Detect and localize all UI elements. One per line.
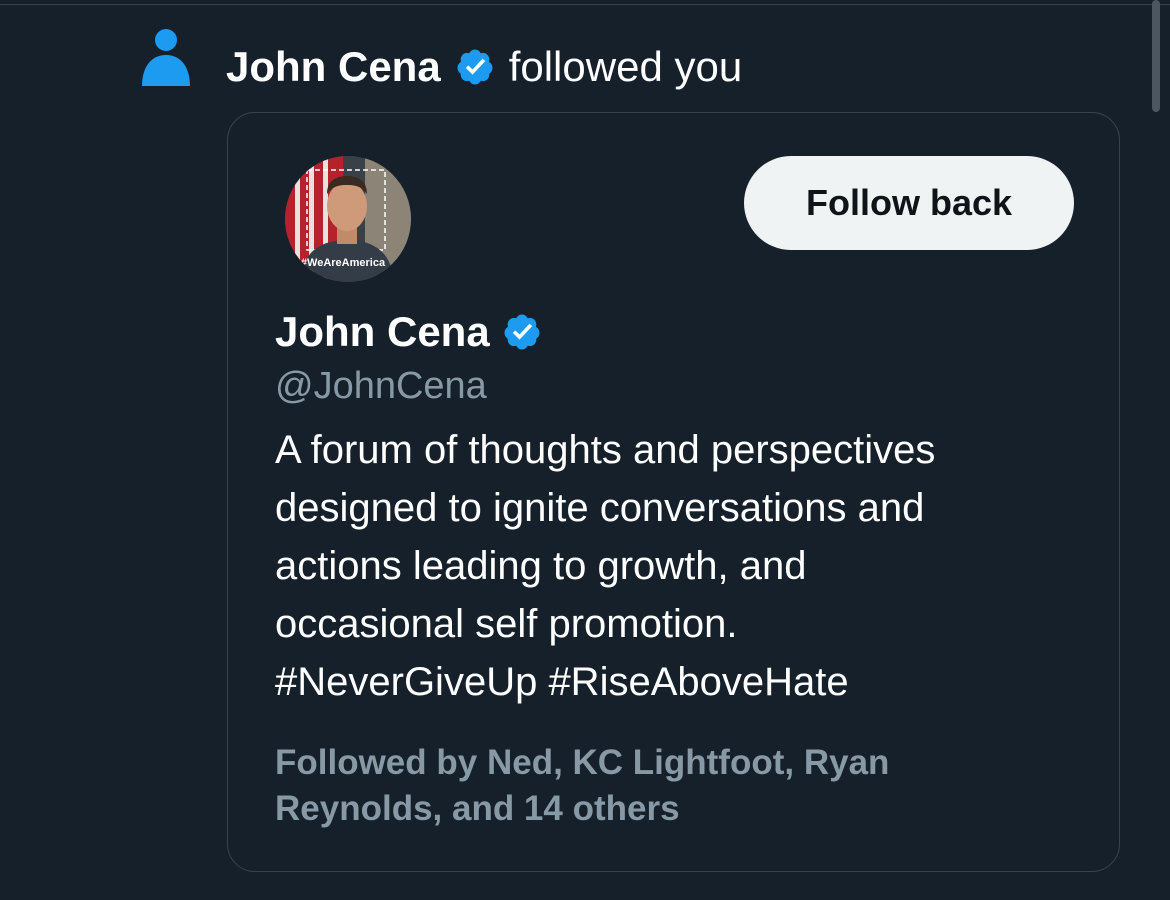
avatar[interactable]: #WeAreAmerica: [285, 156, 411, 282]
avatar-caption: #WeAreAmerica: [301, 257, 386, 269]
notification-action-text: followed you: [508, 43, 743, 90]
notification-text: John Cena followed you: [226, 42, 742, 92]
avatar-photo: #WeAreAmerica: [285, 156, 411, 282]
bio-hashtags[interactable]: #NeverGiveUp #RiseAboveHate: [275, 653, 1075, 711]
person-icon: [142, 29, 190, 86]
followed-by-text[interactable]: Followed by Ned, KC Lightfoot, Ryan Reyn…: [275, 740, 1075, 832]
profile-handle[interactable]: @JohnCena: [275, 363, 487, 409]
verified-badge-icon: [457, 49, 493, 85]
profile-bio: A forum of thoughts and perspectives des…: [275, 421, 1075, 711]
follow-notification[interactable]: John Cena followed you: [140, 24, 1040, 108]
followed-by-line: Reynolds, and 14 others: [275, 789, 680, 828]
bio-line: actions leading to growth, and: [275, 544, 807, 588]
bio-line: A forum of thoughts and perspectives: [275, 428, 936, 472]
profile-name[interactable]: John Cena: [275, 308, 490, 356]
bio-line: occasional self promotion.: [275, 602, 738, 646]
bio-line: designed to ignite conversations and: [275, 486, 925, 530]
verified-badge-icon: [504, 314, 540, 350]
follow-back-button[interactable]: Follow back: [744, 156, 1074, 250]
notification-user-name[interactable]: John Cena: [226, 42, 441, 92]
profile-card[interactable]: #WeAreAmerica Follow back John Cena @Joh…: [227, 112, 1120, 872]
scrollbar[interactable]: [1152, 0, 1160, 112]
followed-by-line: Followed by Ned, KC Lightfoot, Ryan: [275, 743, 890, 782]
profile-name-row: John Cena: [275, 307, 542, 357]
top-divider: [0, 4, 1170, 5]
